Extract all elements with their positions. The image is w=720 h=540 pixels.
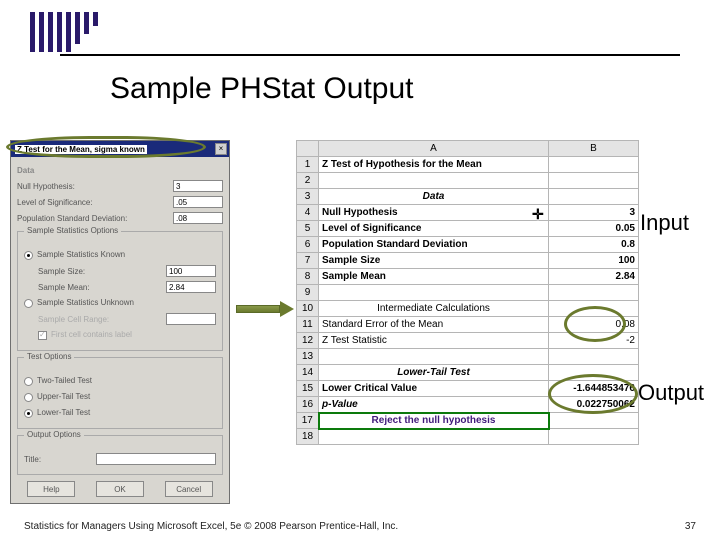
cell[interactable]: Standard Error of the Mean: [319, 317, 549, 333]
cell[interactable]: Z Test of Hypothesis for the Mean: [319, 157, 549, 173]
cell[interactable]: 0.8: [549, 237, 639, 253]
close-icon[interactable]: ×: [215, 143, 227, 155]
radio-two-tail[interactable]: Two-Tailed Test: [24, 376, 92, 385]
row-header[interactable]: 11: [297, 317, 319, 333]
data-section-label: Data: [17, 163, 223, 177]
cell[interactable]: [319, 173, 549, 189]
pop-sd-label: Population Standard Deviation:: [17, 214, 173, 223]
sample-mean-field[interactable]: 2.84: [166, 281, 216, 293]
cursor-icon: ✛: [532, 206, 544, 223]
radio-upper-tail[interactable]: Upper-Tail Test: [24, 392, 90, 401]
cell[interactable]: 2.84: [549, 269, 639, 285]
row-header[interactable]: 6: [297, 237, 319, 253]
help-button[interactable]: Help: [27, 481, 75, 497]
sig-field[interactable]: .05: [173, 196, 223, 208]
row-header[interactable]: 3: [297, 189, 319, 205]
cell[interactable]: Level of Significance: [319, 221, 549, 237]
cell-range-field: [166, 313, 216, 325]
sample-stats-group: Sample Statistics Options Sample Statist…: [17, 231, 223, 351]
cell[interactable]: Sample Size: [319, 253, 549, 269]
row-header[interactable]: 13: [297, 349, 319, 365]
cell[interactable]: Sample Mean: [319, 269, 549, 285]
null-hyp-field[interactable]: 3: [173, 180, 223, 192]
row-header[interactable]: 10: [297, 301, 319, 317]
sample-size-field[interactable]: 100: [166, 265, 216, 277]
sample-mean-label: Sample Mean:: [38, 283, 166, 292]
sample-size-label: Sample Size:: [38, 267, 166, 276]
row-header[interactable]: 18: [297, 429, 319, 445]
cell[interactable]: 100: [549, 253, 639, 269]
row-header[interactable]: 16: [297, 397, 319, 413]
row-header[interactable]: 15: [297, 381, 319, 397]
output-options-label: Output Options: [24, 430, 84, 439]
cancel-button[interactable]: Cancel: [165, 481, 213, 497]
title-field[interactable]: [96, 453, 216, 465]
row-header[interactable]: 4: [297, 205, 319, 221]
cell[interactable]: Population Standard Deviation: [319, 237, 549, 253]
row-header[interactable]: 1: [297, 157, 319, 173]
col-header-b[interactable]: B: [549, 141, 639, 157]
cell[interactable]: 0.05: [549, 221, 639, 237]
row-header[interactable]: 2: [297, 173, 319, 189]
cell[interactable]: [319, 349, 549, 365]
arrow-icon: [236, 302, 296, 316]
cell[interactable]: Data: [319, 189, 549, 205]
row-header[interactable]: 17: [297, 413, 319, 429]
annotation-input: Input: [640, 210, 689, 236]
cell[interactable]: [549, 157, 639, 173]
sig-label: Level of Significance:: [17, 198, 173, 207]
row-header[interactable]: 12: [297, 333, 319, 349]
cell[interactable]: [549, 349, 639, 365]
cell[interactable]: p-Value: [319, 397, 549, 413]
cell[interactable]: Z Test Statistic: [319, 333, 549, 349]
dialog-titlebar: Z Test for the Mean, sigma known ×: [11, 141, 229, 157]
footer: Statistics for Managers Using Microsoft …: [24, 521, 696, 532]
sample-stats-label: Sample Statistics Options: [24, 226, 121, 235]
radio-known[interactable]: Sample Statistics Known: [24, 250, 125, 259]
row-header[interactable]: 7: [297, 253, 319, 269]
test-options-group: Test Options Two-Tailed Test Upper-Tail …: [17, 357, 223, 429]
radio-unknown[interactable]: Sample Statistics Unknown: [24, 298, 134, 307]
cell[interactable]: Null Hypothesis: [319, 205, 549, 221]
slide-title: Sample PHStat Output: [110, 72, 414, 106]
decorative-bars: [30, 12, 98, 52]
check-first-label: First cell contains label: [38, 330, 132, 339]
col-header-a[interactable]: A: [319, 141, 549, 157]
horizontal-rule: [60, 54, 680, 56]
row-header[interactable]: 9: [297, 285, 319, 301]
test-options-label: Test Options: [24, 352, 74, 361]
corner-cell: [297, 141, 319, 157]
cell[interactable]: Intermediate Calculations: [319, 301, 549, 317]
cell[interactable]: [319, 285, 549, 301]
cell[interactable]: Lower Critical Value: [319, 381, 549, 397]
cell[interactable]: Lower-Tail Test: [319, 365, 549, 381]
null-hyp-label: Null Hypothesis:: [17, 182, 173, 191]
radio-lower-tail[interactable]: Lower-Tail Test: [24, 408, 90, 417]
annotation-output: Output: [638, 380, 704, 406]
row-header[interactable]: 14: [297, 365, 319, 381]
cell[interactable]: [549, 189, 639, 205]
footer-left: Statistics for Managers Using Microsoft …: [24, 521, 398, 532]
ztest-dialog: Z Test for the Mean, sigma known × Data …: [10, 140, 230, 504]
cell[interactable]: [549, 429, 639, 445]
row-header[interactable]: 8: [297, 269, 319, 285]
cell[interactable]: [319, 429, 549, 445]
dialog-title: Z Test for the Mean, sigma known: [15, 145, 147, 154]
ok-button[interactable]: OK: [96, 481, 144, 497]
cell-reject[interactable]: Reject the null hypothesis: [319, 413, 549, 429]
row-header[interactable]: 5: [297, 221, 319, 237]
cell-range-label: Sample Cell Range:: [38, 315, 166, 324]
highlight-oval-results: [548, 374, 638, 414]
page-number: 37: [685, 521, 696, 532]
title-label: Title:: [24, 455, 96, 464]
cell[interactable]: [549, 413, 639, 429]
output-options-group: Output Options Title:: [17, 435, 223, 475]
cell[interactable]: [549, 173, 639, 189]
cell[interactable]: 3: [549, 205, 639, 221]
cell[interactable]: [549, 285, 639, 301]
highlight-oval-intermediate: [564, 306, 626, 342]
pop-sd-field[interactable]: .08: [173, 212, 223, 224]
